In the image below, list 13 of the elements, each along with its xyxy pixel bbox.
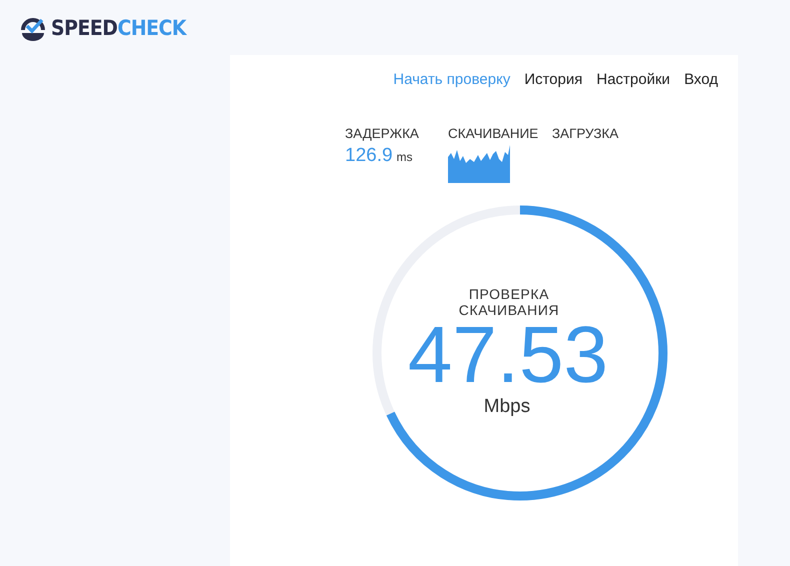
stat-label: СКАЧИВАНИЕ (448, 126, 540, 141)
nav-link[interactable]: Вход (684, 71, 718, 88)
gauge-title: ПРОВЕРКА СКАЧИВАНИЯ (458, 286, 560, 318)
speed-unit: Mbps (484, 396, 530, 418)
download-graph (448, 145, 510, 183)
nav-link[interactable]: Настройки (596, 71, 670, 88)
nav-link[interactable]: История (524, 71, 582, 88)
latency-unit: ms (396, 150, 413, 164)
latency-value: 126.9 (345, 145, 393, 167)
logo-text: SPEEDCHECK (51, 16, 186, 40)
stat-label: ЗАДЕРЖКА (345, 126, 420, 141)
speed-value: 47.53 (408, 318, 608, 392)
stat-label: ЗАГРУЗКА (552, 126, 618, 141)
